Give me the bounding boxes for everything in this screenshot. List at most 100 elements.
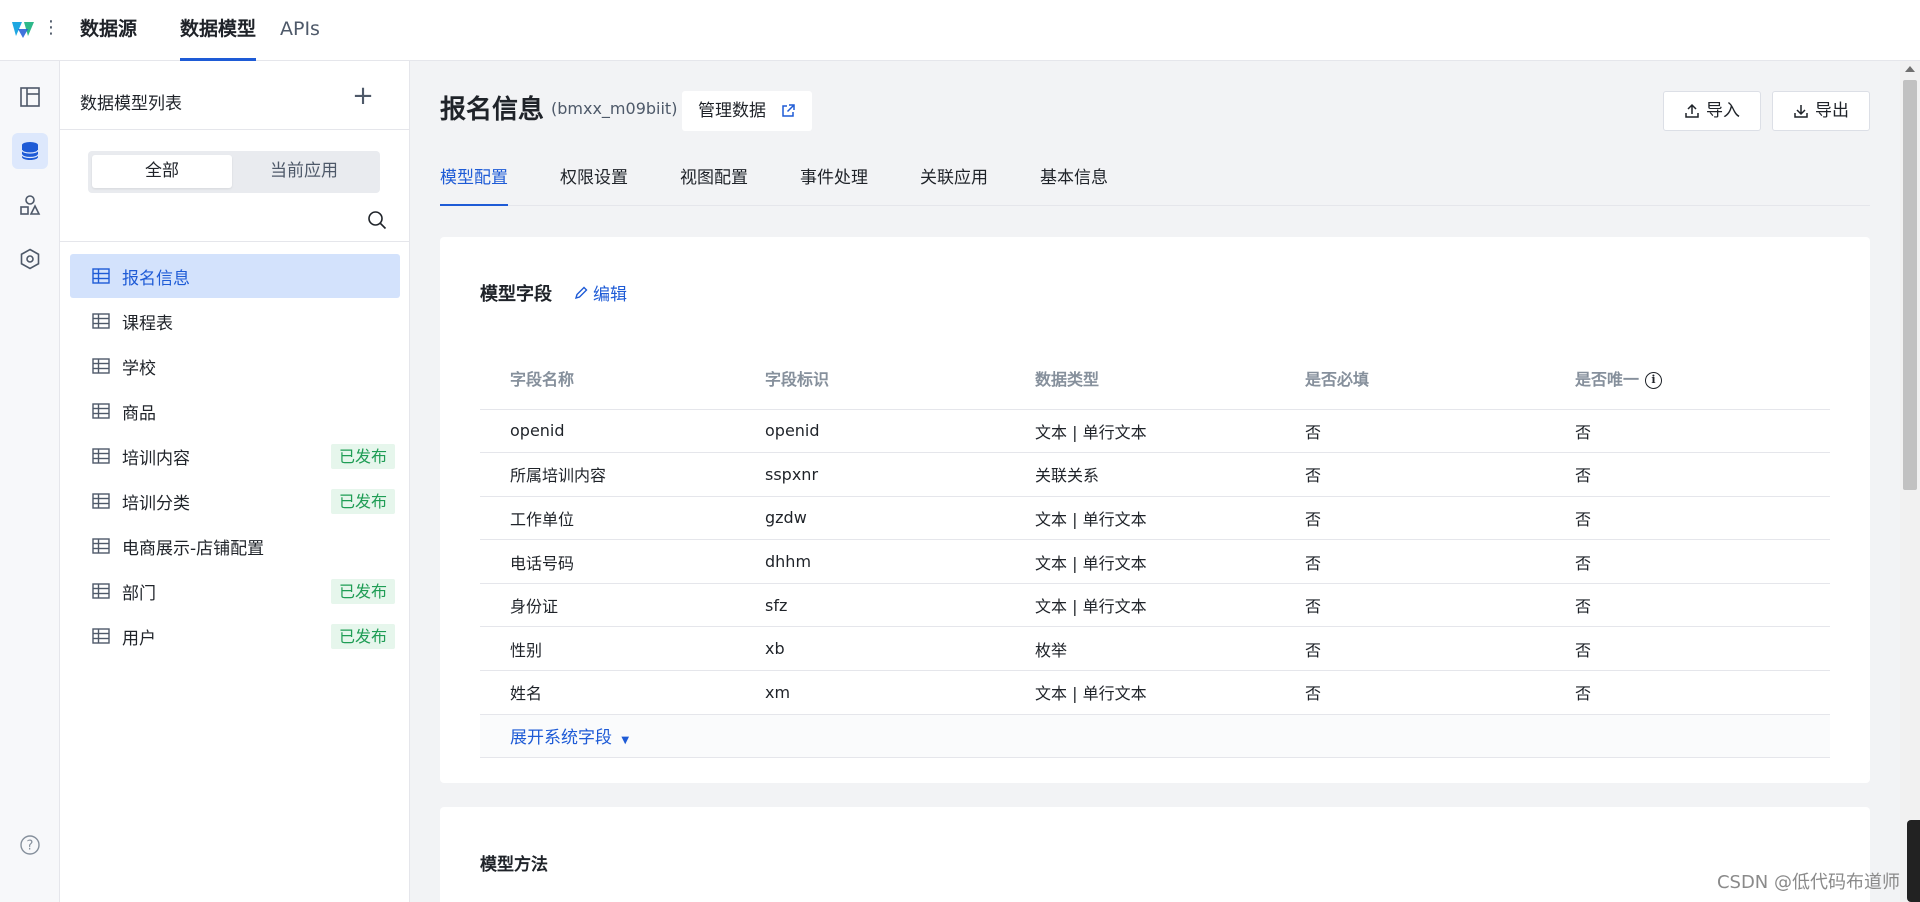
table-row: 电话号码 dhhm 文本 | 单行文本否否 <box>480 539 1830 584</box>
tab-basic-info[interactable]: 基本信息 <box>1040 151 1108 206</box>
database-icon[interactable] <box>12 133 48 169</box>
table-cell: xm <box>735 670 1005 715</box>
table-cell: 文本 | 单行文本 <box>1005 539 1275 584</box>
expand-system-fields-link[interactable]: 展开系统字段 ▼ <box>510 728 629 748</box>
external-link-icon <box>782 104 795 117</box>
download-icon <box>1794 105 1808 118</box>
hexagon-settings-icon[interactable] <box>12 241 48 277</box>
table-cell: 否 <box>1545 496 1830 541</box>
model-list-item[interactable]: 课程表 <box>70 299 400 343</box>
column-header: 数据类型 <box>1005 347 1275 410</box>
import-button[interactable]: 导入 <box>1663 91 1761 131</box>
shapes-icon[interactable] <box>12 187 48 223</box>
table-icon <box>92 628 110 644</box>
table-cell: 枚举 <box>1005 626 1275 672</box>
export-label: 导出 <box>1815 101 1849 121</box>
table-cell: 工作单位 <box>480 496 735 541</box>
tab-events[interactable]: 事件处理 <box>800 151 868 206</box>
table-cell: 否 <box>1545 452 1830 497</box>
manage-data-button[interactable]: 管理数据 <box>682 91 812 131</box>
table-cell: 否 <box>1275 496 1545 541</box>
model-list-panel: 数据模型列表 + 全部 当前应用 报名信息 课程表 学校 商品 培训内容 已发布 培训分类已… <box>60 61 410 902</box>
add-model-button[interactable]: + <box>348 81 378 111</box>
scroll-up-arrow-icon[interactable] <box>1905 66 1915 72</box>
model-identifier: (bmxx_m09biit) <box>551 99 678 118</box>
table-icon <box>92 583 110 599</box>
model-name: 部门 <box>122 583 156 604</box>
table-cell: 所属培训内容 <box>480 452 735 497</box>
model-name: 用户 <box>122 628 156 649</box>
tab-related-apps[interactable]: 关联应用 <box>920 151 988 206</box>
table-cell: 否 <box>1275 583 1545 628</box>
model-list-item[interactable]: 商品 <box>70 389 400 433</box>
top-bar: ⋮ 数据源 数据模型 APIs <box>0 0 1920 61</box>
segment-current-app[interactable]: 当前应用 <box>234 155 374 188</box>
table-row: 性别 xb 枚举否否 <box>480 626 1830 672</box>
tab-datasource[interactable]: 数据源 <box>80 0 137 61</box>
search-icon[interactable] <box>366 209 388 231</box>
table-cell: 性别 <box>480 626 735 672</box>
model-list-item[interactable]: 学校 <box>70 344 400 388</box>
column-header-label: 是否唯一 <box>1575 369 1640 389</box>
scrollbar-thumb[interactable] <box>1903 80 1917 490</box>
tab-apis[interactable]: APIs <box>280 0 320 61</box>
watermark: CSDN @低代码布道师 <box>1716 872 1900 893</box>
upload-icon <box>1685 103 1699 118</box>
table-cell: 否 <box>1275 539 1545 584</box>
model-list-item[interactable]: 培训分类 已发布 <box>70 479 400 523</box>
model-methods-card: 模型方法 <box>440 807 1870 902</box>
export-button[interactable]: 导出 <box>1772 91 1870 131</box>
table-cell: gzdw <box>735 496 1005 541</box>
edit-label: 编辑 <box>593 285 627 305</box>
table-cell: 否 <box>1545 670 1830 715</box>
table-cell: dhhm <box>735 539 1005 584</box>
table-cell: 文本 | 单行文本 <box>1005 496 1275 541</box>
tab-permissions[interactable]: 权限设置 <box>560 151 628 206</box>
table-cell: 文本 | 单行文本 <box>1005 409 1275 454</box>
model-list-item[interactable]: 部门 已发布 <box>70 569 400 613</box>
model-list-item[interactable]: 电商展示-店铺配置 <box>70 524 400 568</box>
model-list-title: 数据模型列表 <box>80 94 182 114</box>
model-name: 电商展示-店铺配置 <box>122 538 265 559</box>
table-cell: 姓名 <box>480 670 735 715</box>
tab-model-config[interactable]: 模型配置 <box>440 151 508 206</box>
segment-all[interactable]: 全部 <box>92 155 232 188</box>
table-cell: 否 <box>1545 539 1830 584</box>
model-list-item[interactable]: 报名信息 <box>70 254 400 298</box>
tab-datamodel[interactable]: 数据模型 <box>180 0 257 61</box>
table-row: 姓名 xm 文本 | 单行文本否否 <box>480 670 1830 715</box>
table-cell: 否 <box>1275 452 1545 497</box>
model-fields-card: 模型字段 编辑 字段名称 字段标识 数据类型 是否必填 是否唯一 i openid… <box>440 237 1870 783</box>
status-badge: 已发布 <box>330 489 395 514</box>
edit-fields-link[interactable]: 编辑 <box>573 280 627 305</box>
fields-table: 字段名称 字段标识 数据类型 是否必填 是否唯一 i openid openid 文本… <box>480 347 1830 759</box>
table-icon <box>92 493 110 509</box>
model-list-item[interactable]: 用户 已发布 <box>70 614 400 658</box>
side-widget[interactable] <box>1907 820 1920 902</box>
layout-icon[interactable] <box>12 79 48 115</box>
expand-cell: 展开系统字段 ▼ <box>480 714 1830 759</box>
model-list-item[interactable]: 培训内容 已发布 <box>70 434 400 478</box>
table-row: 所属培训内容 sspxnr 关联关系否否 <box>480 452 1830 497</box>
table-cell: 关联关系 <box>1005 452 1275 497</box>
status-badge: 已发布 <box>330 579 395 604</box>
table-cell: 否 <box>1275 670 1545 715</box>
model-name: 课程表 <box>122 313 173 334</box>
help-icon[interactable]: ? <box>12 827 48 863</box>
column-header: 字段标识 <box>735 347 1005 410</box>
app-logo-icon[interactable] <box>10 18 36 40</box>
svg-text:?: ? <box>27 839 34 854</box>
more-icon[interactable]: ⋮ <box>42 18 60 38</box>
table-icon <box>92 538 110 554</box>
model-name: 学校 <box>122 358 156 379</box>
divider <box>60 241 410 242</box>
info-icon[interactable]: i <box>1645 371 1663 389</box>
table-cell: sspxnr <box>735 452 1005 497</box>
icon-rail: ? <box>0 61 60 902</box>
filter-segmented-control: 全部 当前应用 <box>88 151 380 193</box>
divider <box>60 129 410 130</box>
tab-view-config[interactable]: 视图配置 <box>680 151 748 206</box>
model-name: 培训分类 <box>122 493 190 514</box>
model-name: 商品 <box>122 403 156 424</box>
table-cell: 否 <box>1545 583 1830 628</box>
